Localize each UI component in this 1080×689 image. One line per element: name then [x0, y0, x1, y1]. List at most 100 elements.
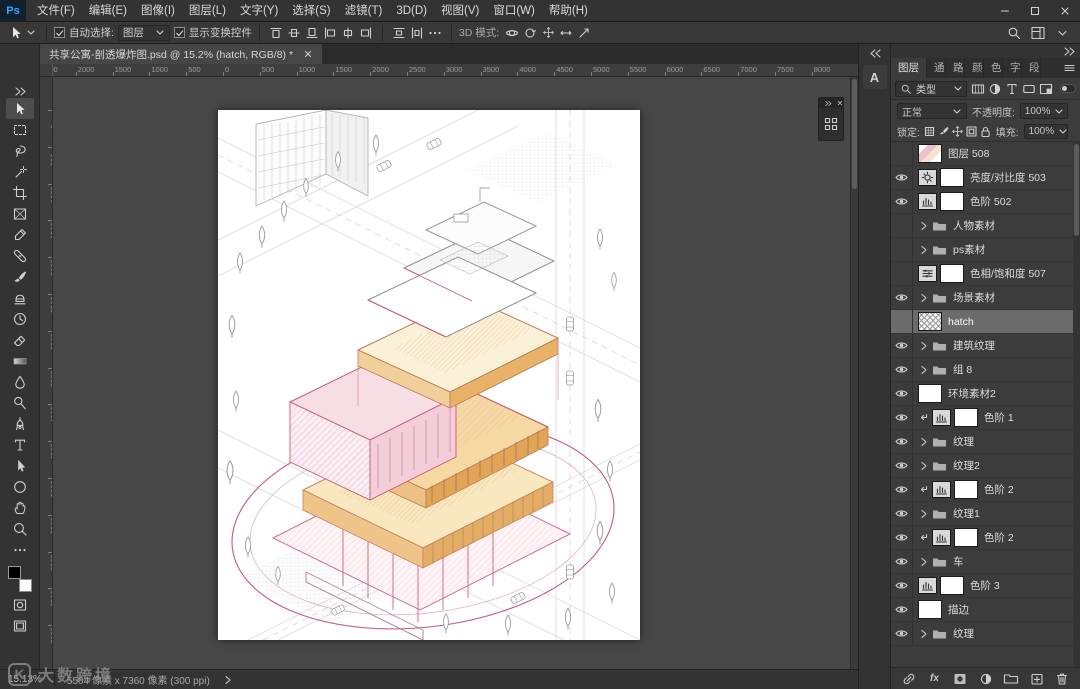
layer-thumbnail[interactable]	[918, 312, 942, 331]
layer-row[interactable]: 亮度/对比度 503	[891, 166, 1080, 190]
filter-kind-dropdown[interactable]: 类型	[895, 80, 967, 97]
adjust-filter-icon[interactable]	[986, 80, 1003, 97]
add-mask-button[interactable]	[951, 670, 969, 688]
layer-row[interactable]: 图层 508	[891, 142, 1080, 166]
adjustment-icon[interactable]	[918, 169, 937, 186]
adjustment-icon[interactable]	[918, 193, 937, 210]
adjustment-icon[interactable]	[932, 481, 951, 498]
artboard[interactable]	[197, 109, 641, 669]
delete-layer-button[interactable]	[1053, 670, 1071, 688]
menu-8[interactable]: 视图(V)	[434, 0, 486, 22]
fill-dropdown[interactable]: 100%	[1023, 124, 1068, 139]
chevron-right-icon[interactable]	[918, 244, 929, 256]
quick-mask-button[interactable]	[6, 594, 34, 615]
layer-row[interactable]: 色阶 502	[891, 190, 1080, 214]
layer-row[interactable]: 色阶 1	[891, 406, 1080, 430]
visibility-toggle[interactable]	[891, 526, 913, 549]
layer-filter-toggle[interactable]	[1060, 84, 1076, 93]
canvas-viewport[interactable]	[53, 77, 850, 669]
visibility-toggle[interactable]	[891, 190, 913, 213]
new-adjustment-button[interactable]	[977, 670, 995, 688]
path-select-tool[interactable]	[6, 455, 34, 476]
pen-tool[interactable]	[6, 413, 34, 434]
layer-thumbnail[interactable]	[918, 384, 942, 403]
zoom-tool[interactable]	[6, 518, 34, 539]
menu-3[interactable]: 图层(L)	[182, 0, 233, 22]
vertical-scrollbar[interactable]	[850, 77, 858, 669]
dodge-tool[interactable]	[6, 392, 34, 413]
menu-2[interactable]: 图像(I)	[134, 0, 182, 22]
menu-9[interactable]: 窗口(W)	[486, 0, 542, 22]
zoom-level-field[interactable]: 15.13%	[8, 674, 42, 685]
layer-row[interactable]: 色阶 2	[891, 526, 1080, 550]
close-tab-icon[interactable]	[303, 49, 313, 59]
crop-tool[interactable]	[6, 182, 34, 203]
align-left-icon[interactable]	[321, 24, 339, 42]
smart-filter-icon[interactable]	[1037, 80, 1054, 97]
color-swatches[interactable]	[7, 566, 32, 592]
layer-row[interactable]: 描边	[891, 598, 1080, 622]
menu-6[interactable]: 滤镜(T)	[338, 0, 390, 22]
layer-thumbnail[interactable]	[918, 600, 942, 619]
document-tab[interactable]: 共享公寓-剖透爆炸图.psd @ 15.2% (hatch, RGB/8) *	[40, 44, 323, 64]
collapsed-panel-icon[interactable]	[823, 116, 839, 132]
type-tool[interactable]	[6, 434, 34, 455]
adjustment-icon[interactable]	[918, 265, 937, 282]
visibility-toggle[interactable]	[891, 286, 913, 309]
foreground-color-swatch[interactable]	[7, 566, 21, 579]
menu-7[interactable]: 3D(D)	[389, 0, 434, 22]
show-transform-toggle[interactable]: 显示变换控件	[173, 25, 252, 40]
align-vcenter-icon[interactable]	[285, 24, 303, 42]
show-transform-checkbox[interactable]	[173, 27, 185, 38]
search-icon[interactable]	[1005, 24, 1023, 42]
panel-tab-4[interactable]: 色板	[984, 58, 1003, 78]
align-right-icon[interactable]	[357, 24, 375, 42]
panel-tab-2[interactable]: 路径	[946, 58, 965, 78]
background-color-swatch[interactable]	[18, 579, 32, 592]
layer-row[interactable]: 色阶 2	[891, 478, 1080, 502]
lock-all-icon[interactable]	[979, 124, 993, 139]
align-top-icon[interactable]	[267, 24, 285, 42]
menu-10[interactable]: 帮助(H)	[542, 0, 595, 22]
clone-stamp-tool[interactable]	[6, 287, 34, 308]
menu-1[interactable]: 编辑(E)	[82, 0, 134, 22]
object-select-tool[interactable]	[6, 161, 34, 182]
new-layer-button[interactable]	[1028, 670, 1046, 688]
scale-3d-icon[interactable]	[575, 24, 593, 42]
roll-3d-icon[interactable]	[521, 24, 539, 42]
layer-row[interactable]: 车	[891, 550, 1080, 574]
visibility-toggle[interactable]	[891, 214, 913, 237]
visibility-toggle[interactable]	[891, 622, 913, 645]
panel-menu-icon[interactable]	[1059, 58, 1080, 78]
panel-scrollbar[interactable]	[1073, 142, 1080, 667]
menu-5[interactable]: 选择(S)	[285, 0, 337, 22]
visibility-toggle[interactable]	[891, 262, 913, 285]
layer-row[interactable]: 建筑纹理	[891, 334, 1080, 358]
blur-tool[interactable]	[6, 371, 34, 392]
collapse-icon[interactable]	[824, 99, 832, 107]
workspace-icon[interactable]	[1029, 24, 1047, 42]
scrollbar-thumb[interactable]	[1074, 144, 1079, 236]
panel-tab-0[interactable]: 图层	[891, 58, 927, 78]
visibility-toggle[interactable]	[891, 382, 913, 405]
adjustment-icon[interactable]	[932, 529, 951, 546]
visibility-toggle[interactable]	[891, 310, 913, 333]
orbit-3d-icon[interactable]	[503, 24, 521, 42]
adjustment-icon[interactable]	[918, 577, 937, 594]
chevron-right-icon[interactable]	[918, 220, 929, 232]
gradient-tool[interactable]	[6, 350, 34, 371]
auto-select-target-dropdown[interactable]: 图层	[117, 24, 170, 41]
lasso-tool[interactable]	[6, 140, 34, 161]
visibility-toggle[interactable]	[891, 598, 913, 621]
layer-row[interactable]: ps素材	[891, 238, 1080, 262]
layer-row[interactable]: 人物素材	[891, 214, 1080, 238]
distribute-h-icon[interactable]	[408, 24, 426, 42]
layer-mask-thumbnail[interactable]	[954, 528, 978, 547]
healing-tool[interactable]	[6, 245, 34, 266]
visibility-toggle[interactable]	[891, 550, 913, 573]
frame-tool[interactable]	[6, 203, 34, 224]
blend-mode-dropdown[interactable]: 正常	[897, 103, 967, 119]
layer-mask-thumbnail[interactable]	[940, 264, 964, 283]
chevron-right-icon[interactable]	[918, 436, 929, 448]
align-hcenter-icon[interactable]	[339, 24, 357, 42]
